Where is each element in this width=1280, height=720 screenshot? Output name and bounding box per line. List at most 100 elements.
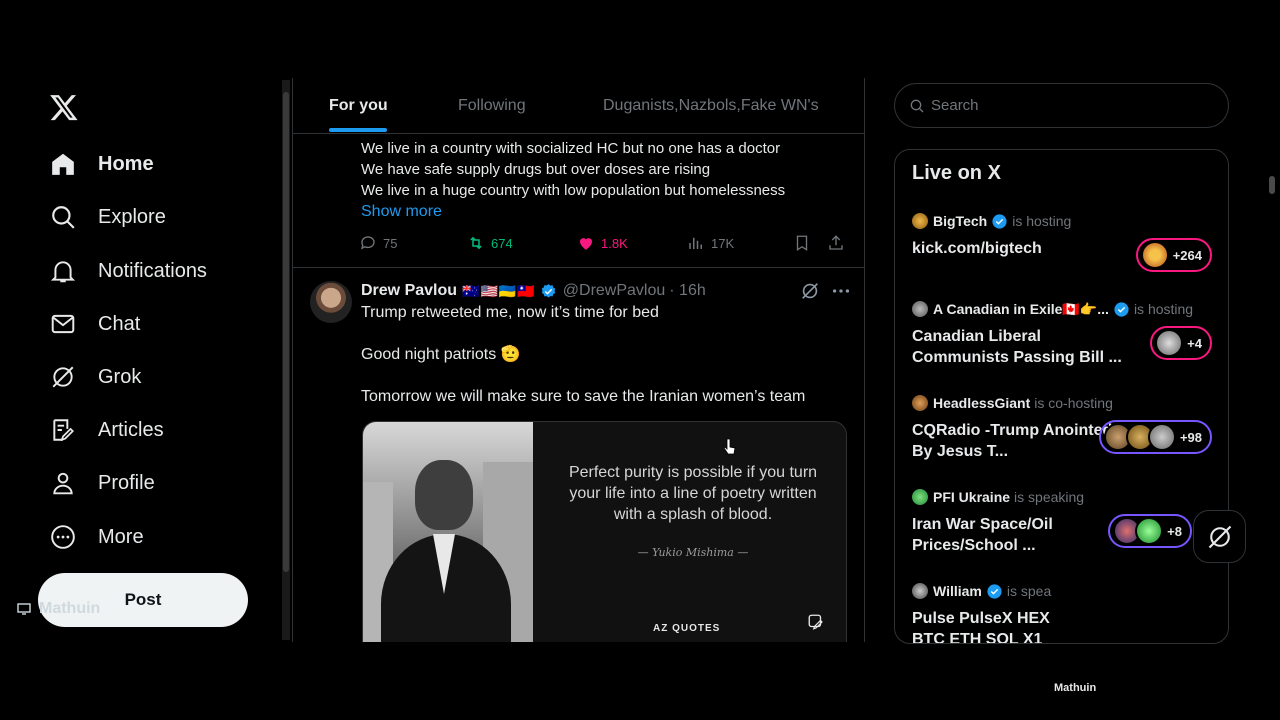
view-count: 17K — [711, 235, 735, 251]
overlay-username: Mathuin — [39, 600, 101, 617]
like-count: 1.8K — [601, 235, 628, 251]
nav-grok[interactable]: Grok — [50, 357, 141, 397]
listener-avatar — [1140, 241, 1169, 269]
live-host-row: William is spea — [912, 582, 1212, 600]
screen-share-user-label: Mathuin — [17, 600, 100, 618]
listener-pill[interactable]: +8 — [1108, 514, 1192, 548]
author-handle[interactable]: @DrewPavlou — [563, 282, 666, 300]
listener-count: +264 — [1172, 247, 1202, 263]
listener-pill[interactable]: +4 — [1150, 326, 1212, 360]
person-icon — [50, 470, 76, 496]
live-host-row: A Canadian in Exile🇨🇦👉... is hosting — [912, 300, 1212, 318]
grok-icon — [50, 364, 76, 390]
tweet-2-paragraph: Good night patriots 🫡 — [361, 346, 521, 363]
search-icon — [50, 204, 76, 230]
host-status: is spea — [1006, 583, 1052, 599]
space-title: Iran War Space/Oil Prices/School ... — [912, 516, 1053, 554]
tweet-timestamp[interactable]: · 16h — [669, 282, 705, 300]
host-name[interactable]: PFI Ukraine — [933, 489, 1010, 505]
live-host-row: HeadlessGiant is co-hosting — [912, 394, 1212, 412]
nav-explore[interactable]: Explore — [50, 197, 166, 237]
more-horizontal-icon[interactable] — [830, 280, 852, 302]
tab-following[interactable]: Following — [458, 78, 526, 134]
nav-notifications[interactable]: Notifications — [50, 251, 207, 291]
search-box[interactable] — [894, 83, 1229, 128]
image-edit-icon[interactable] — [807, 613, 825, 631]
tweet-2-media[interactable]: Perfect purity is possible if you turn y… — [362, 421, 847, 642]
tweet-1-line: We have safe supply drugs but over doses… — [361, 161, 711, 178]
nav-home[interactable]: Home — [50, 144, 154, 184]
bell-icon — [50, 258, 76, 284]
x-logo-icon[interactable] — [49, 92, 79, 122]
listener-count: +8 — [1167, 523, 1182, 539]
nav-chat-label: Chat — [98, 312, 141, 335]
repost-icon — [470, 236, 482, 250]
live-on-x-panel: Live on X BigTech is hosting kick.com/bi… — [894, 149, 1229, 644]
timeline-scrollbar[interactable] — [282, 80, 290, 640]
listener-pill[interactable]: +264 — [1135, 238, 1212, 272]
nav-profile-label: Profile — [98, 471, 155, 494]
host-name[interactable]: William — [933, 583, 982, 599]
share-icon — [829, 235, 843, 250]
live-space-item[interactable]: A Canadian in Exile🇨🇦👉... is hosting Can… — [912, 300, 1212, 368]
page-scrollbar[interactable] — [1266, 80, 1278, 642]
active-tab-indicator — [329, 128, 387, 132]
listener-avatar — [1135, 517, 1164, 545]
mail-icon — [50, 311, 76, 337]
host-avatar — [912, 583, 928, 599]
listener-pill[interactable]: +98 — [1098, 420, 1212, 454]
avatar[interactable] — [310, 281, 352, 323]
tab-custom-list[interactable]: Duganists,Nazbols,Fake WN's — [603, 78, 819, 134]
author-name[interactable]: Drew Pavlou — [361, 282, 457, 300]
nav-home-label: Home — [98, 152, 154, 175]
live-space-item[interactable]: William is spea Pulse PulseX HEX BTC ETH… — [912, 582, 1212, 644]
share-button[interactable] — [827, 232, 851, 254]
search-icon — [910, 99, 924, 112]
azquotes-logo: AZ QUOTES — [653, 623, 721, 634]
search-input[interactable] — [931, 97, 1211, 114]
tweet-1-line: We live in a huge country with low popul… — [361, 182, 786, 199]
live-space-item[interactable]: PFI Ukraine is speaking Iran War Space/O… — [912, 488, 1212, 556]
nav-grok-label: Grok — [98, 365, 142, 388]
host-name[interactable]: A Canadian in Exile🇨🇦👉... — [933, 301, 1109, 318]
reply-button[interactable]: 75 — [359, 232, 397, 254]
tab-for-you[interactable]: For you — [329, 78, 388, 134]
tweet-divider — [293, 267, 864, 268]
like-button[interactable]: 1.8K — [577, 232, 628, 254]
grok-floating-button[interactable] — [1193, 510, 1246, 563]
tweet-1-actions: 75 674 1.8K 17K — [359, 232, 849, 254]
host-name[interactable]: BigTech — [933, 213, 987, 229]
repost-button[interactable]: 674 — [467, 232, 513, 254]
nav-more[interactable]: More — [50, 517, 144, 557]
tweet-2-paragraph: Trump retweeted me, now it’s time for be… — [361, 304, 659, 321]
app-window: Home Explore Notifications Chat Grok Art… — [0, 0, 1280, 720]
reply-icon — [360, 236, 375, 250]
monitor-icon — [17, 603, 31, 615]
nav-more-label: More — [98, 525, 144, 548]
host-name[interactable]: HeadlessGiant — [933, 395, 1030, 411]
live-host-row: PFI Ukraine is speaking — [912, 488, 1212, 506]
nav-chat[interactable]: Chat — [50, 304, 140, 344]
tweet-1-text: We live in a country with socialized HC … — [361, 138, 851, 222]
bookmark-button[interactable] — [793, 232, 817, 254]
timeline-tabs: For you Following Duganists,Nazbols,Fake… — [293, 78, 864, 134]
tweet-2-text: Trump retweeted me, now it’s time for be… — [361, 302, 851, 428]
live-space-item[interactable]: BigTech is hosting kick.com/bigtech +264 — [912, 212, 1212, 272]
more-circle-icon — [50, 524, 76, 550]
grok-explain-icon[interactable] — [799, 280, 821, 302]
nav-articles[interactable]: Articles — [50, 410, 164, 450]
footer-username: Mathuin — [1054, 682, 1097, 694]
space-title: Pulse PulseX HEX BTC ETH SOL X1 ... — [912, 610, 1050, 644]
reply-count: 75 — [383, 235, 398, 251]
tweet-1-line: We live in a country with socialized HC … — [361, 140, 781, 157]
host-status: is speaking — [1014, 489, 1085, 505]
views-button[interactable]: 17K — [687, 232, 734, 254]
scrollbar-thumb[interactable] — [1269, 176, 1275, 194]
grok-icon — [1208, 525, 1231, 548]
verified-badge-icon — [992, 213, 1007, 229]
live-space-item[interactable]: HeadlessGiant is co-hosting CQRadio -Tru… — [912, 394, 1212, 462]
show-more-link[interactable]: Show more — [361, 201, 442, 222]
nav-profile[interactable]: Profile — [50, 463, 155, 503]
quote-text: Perfect purity is possible if you turn y… — [568, 464, 818, 523]
scrollbar-thumb[interactable] — [283, 92, 289, 572]
